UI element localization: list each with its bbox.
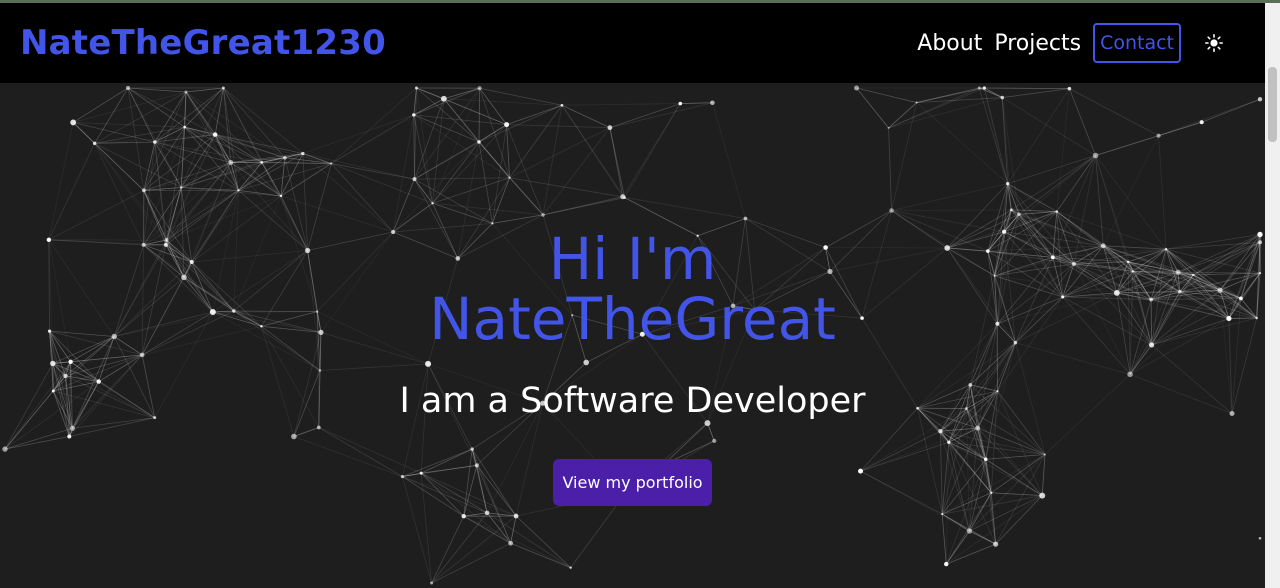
navbar: NateTheGreat1230 About Projects Contact	[0, 3, 1265, 83]
contact-button[interactable]: Contact	[1093, 23, 1181, 63]
nav-links: About Projects Contact	[905, 23, 1225, 63]
view-portfolio-button[interactable]: View my portfolio	[553, 459, 712, 506]
vertical-scrollbar[interactable]	[1265, 3, 1280, 588]
nav-link-about[interactable]: About	[917, 31, 982, 56]
hero-subtitle: I am a Software Developer	[399, 381, 866, 421]
hero-section: Hi I'm NateTheGreat I am a Software Deve…	[0, 83, 1265, 588]
brand-logo[interactable]: NateTheGreat1230	[20, 23, 386, 63]
sun-icon	[1205, 34, 1223, 52]
hero-title-line2: NateTheGreat	[429, 285, 836, 353]
hero-title-line1: Hi I'm	[548, 225, 717, 293]
scrollbar-thumb[interactable]	[1268, 67, 1277, 142]
theme-toggle-button[interactable]	[1203, 32, 1225, 54]
nav-link-projects[interactable]: Projects	[994, 31, 1081, 56]
